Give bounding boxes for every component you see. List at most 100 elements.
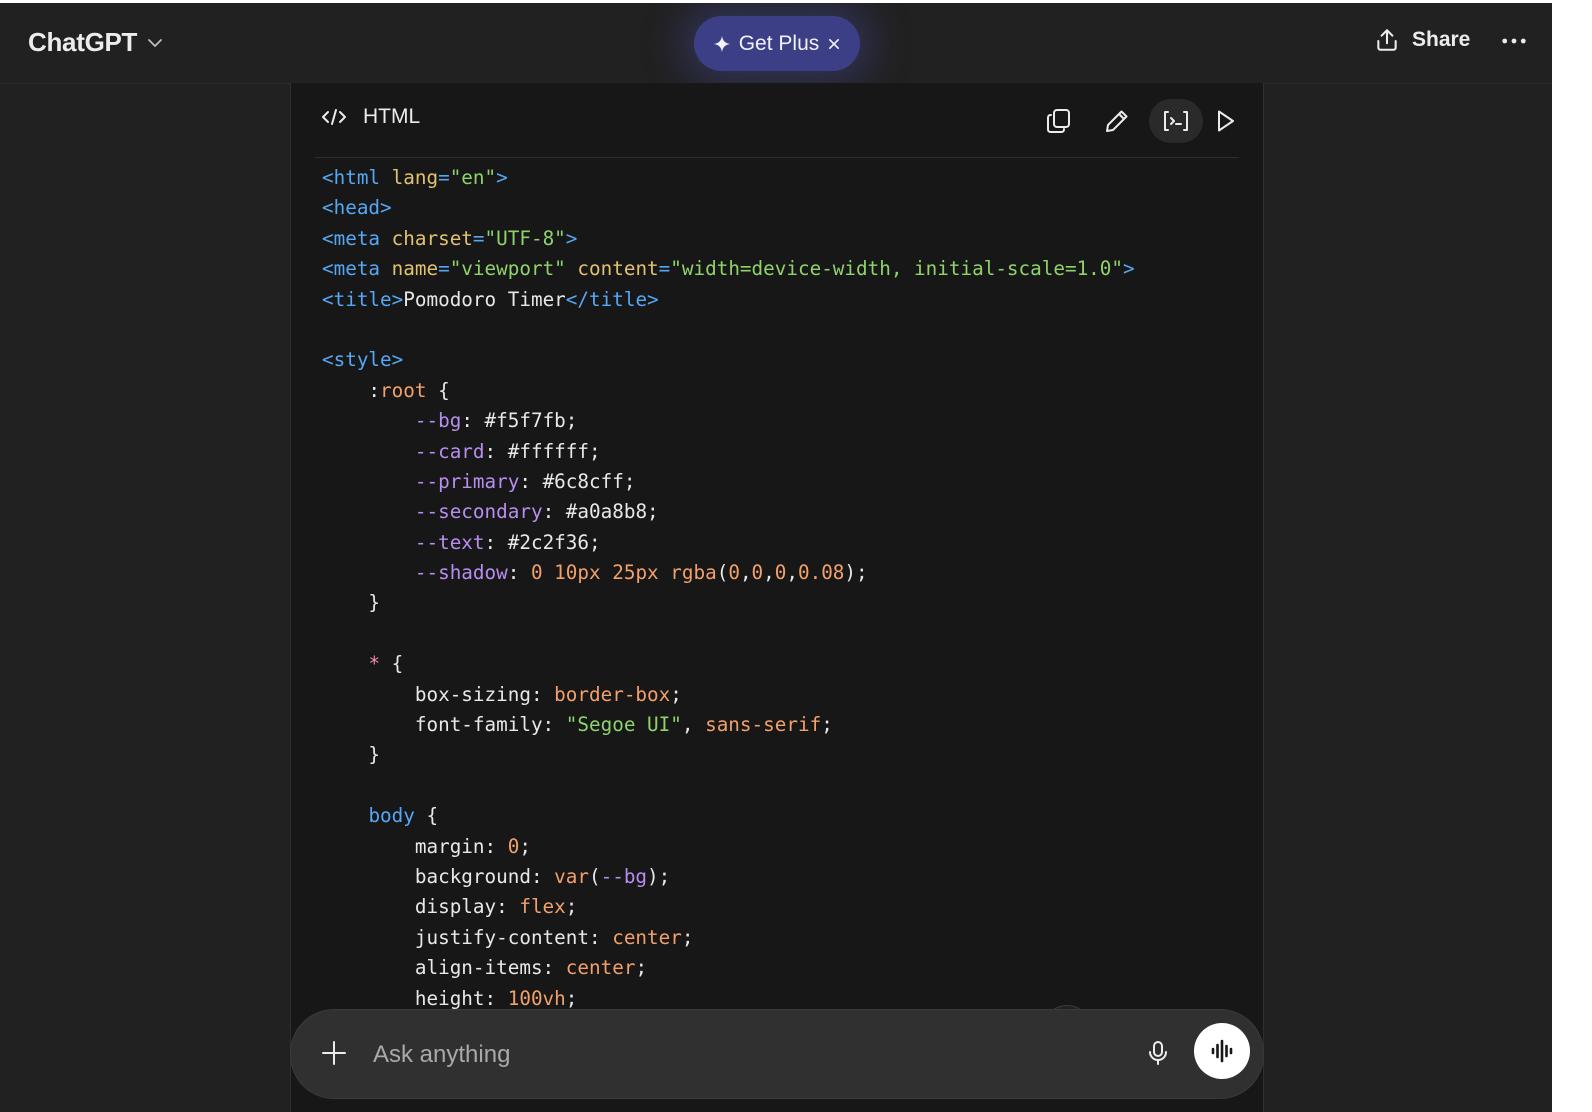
code-token: ; [821, 713, 833, 737]
copy-icon [1047, 109, 1070, 133]
code-content: <html lang="en"> <head> <meta charset="UTF… [322, 163, 1135, 1014]
run-button[interactable] [1201, 99, 1249, 143]
voice-waveform-icon [1211, 1039, 1233, 1063]
code-token: = [438, 166, 450, 189]
code-line: <meta charset="UTF-8"> [322, 224, 1135, 254]
code-token: , [739, 561, 752, 585]
code-token: background: [322, 864, 555, 888]
more-options-button[interactable] [1498, 25, 1530, 57]
voice-mode-button[interactable] [1194, 1023, 1250, 1079]
code-language-label: HTML [363, 105, 421, 128]
code-token: "UTF-8" [484, 226, 566, 250]
share-button[interactable]: Share [1374, 27, 1470, 53]
code-token: "width=device-width, initial-scale=1.0" [670, 257, 1124, 281]
code-header-divider [315, 157, 1239, 158]
message-composer [290, 1009, 1264, 1099]
code-line: --secondary: #a0a8b8; [322, 497, 1135, 527]
code-token: justify-content: [322, 925, 613, 949]
code-line: font-family: "Segoe UI", sans-serif; [322, 710, 1135, 740]
code-token: > [496, 166, 508, 189]
code-token: <style> [322, 348, 404, 372]
code-token: ; [565, 895, 578, 919]
code-token: : #a0a8b8; [542, 500, 659, 524]
code-token: margin: [322, 834, 508, 858]
get-plus-label: Get Plus [738, 31, 820, 55]
code-token: rgba [670, 561, 717, 585]
screen-edge-right [1552, 0, 1592, 1112]
code-token: ; [635, 956, 648, 980]
code-token: ); [844, 561, 868, 585]
code-line: <style> [322, 345, 1135, 375]
code-token: root [380, 378, 427, 402]
play-icon [1218, 110, 1234, 132]
code-line: --shadow: 0 10px 25px rgba(0,0,0,0.08); [322, 558, 1135, 588]
get-plus-button[interactable]: Get Plus [694, 16, 860, 71]
code-token: = [472, 226, 485, 250]
share-upload-icon [1377, 29, 1397, 51]
code-token: * [368, 652, 381, 676]
code-token: : #f5f7fb; [461, 409, 578, 433]
code-token: height: [322, 986, 508, 1010]
code-line: <head> [322, 193, 1135, 223]
code-token: 100vh [507, 986, 566, 1010]
copy-button[interactable] [1035, 99, 1083, 143]
code-token: "Segoe UI" [565, 713, 682, 737]
code-token: charset [391, 226, 473, 250]
code-token: --text [414, 530, 485, 554]
code-token: > [1123, 257, 1135, 281]
code-token: border-box [554, 682, 671, 706]
code-token: ( [589, 864, 601, 888]
code-token: body [368, 804, 415, 828]
code-token: <meta [322, 226, 392, 250]
prompt-input[interactable] [371, 1032, 1115, 1078]
code-token: , [763, 561, 775, 585]
code-token: <html [322, 166, 392, 189]
code-token: Pomodoro Timer [403, 287, 566, 311]
code-token: <meta [322, 257, 392, 281]
code-token: { [380, 652, 404, 676]
code-token: <title> [322, 287, 404, 311]
brand-title: ChatGPT [28, 27, 138, 57]
code-token: --bg [600, 864, 648, 888]
code-token: sans-serif [705, 713, 822, 737]
code-token: { [426, 378, 450, 402]
model-selector[interactable]: ChatGPT [28, 27, 165, 58]
code-token: align-items: [322, 956, 566, 980]
code-token: center [612, 925, 682, 949]
code-token: ( [716, 561, 729, 585]
code-token: ; [670, 682, 682, 706]
code-block-header: HTML [291, 83, 1263, 155]
code-line: <title>Pomodoro Timer</title> [322, 285, 1135, 315]
code-view-toggle[interactable] [1149, 99, 1203, 143]
code-block: HTML <html lang="en"> <head> <meta charset… [290, 83, 1264, 1112]
code-language: HTML [321, 105, 420, 129]
code-token: --bg [414, 409, 462, 433]
code-line: --bg: #f5f7fb; [322, 406, 1135, 436]
code-token: 0.08 [797, 561, 845, 585]
code-line: --card: #ffffff; [322, 437, 1135, 467]
edit-button[interactable] [1093, 99, 1141, 143]
code-token: content [577, 257, 659, 281]
more-horizontal-icon [1502, 38, 1526, 44]
close-icon[interactable] [827, 37, 841, 51]
pencil-icon [1106, 110, 1128, 132]
code-token: , [681, 713, 706, 737]
code-token: 0 [774, 561, 787, 585]
code-token: > [565, 226, 578, 250]
code-token: : [507, 561, 531, 585]
code-line: margin: 0; [322, 832, 1135, 862]
code-line: background: var(--bg); [322, 862, 1135, 892]
code-token: 0 [751, 561, 764, 585]
code-token: ; [565, 986, 578, 1010]
dictate-button[interactable] [1141, 1036, 1175, 1070]
code-toggle-icon [1164, 111, 1188, 131]
attach-button[interactable] [317, 1036, 351, 1070]
code-token: } [322, 591, 381, 615]
code-token: 0 10px 25px [530, 561, 659, 585]
code-token: : [322, 378, 381, 402]
code-token: "en" [449, 166, 497, 189]
